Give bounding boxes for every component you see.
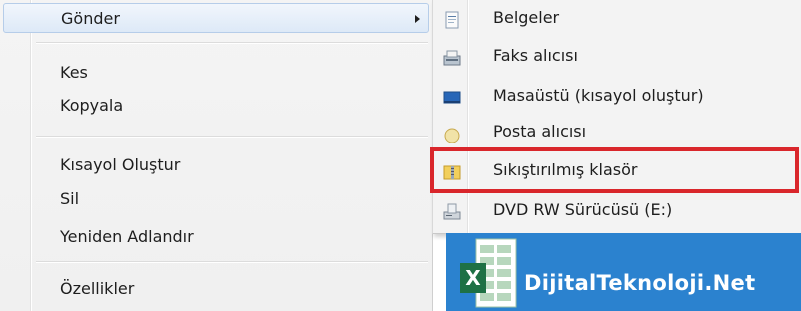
menu-item-label: Yeniden Adlandır xyxy=(60,227,194,246)
svg-text:X: X xyxy=(465,266,481,290)
submenu-item-label: Masaüstü (kısayol oluştur) xyxy=(493,86,704,105)
submenu-item-mail-recipient[interactable]: Posta alıcısı xyxy=(433,117,801,147)
submenu-item-label: DVD RW Sürücüsü (E:) xyxy=(493,200,673,219)
submenu-item-label: Sıkıştırılmış klasör xyxy=(493,160,638,179)
desktop-icon xyxy=(443,87,461,105)
submenu-item-label: Faks alıcısı xyxy=(493,46,578,65)
menu-item-properties[interactable]: Özellikler xyxy=(0,274,432,304)
excel-logo-icon: X xyxy=(458,237,518,309)
dvd-drive-icon xyxy=(443,201,461,220)
menu-item-label: Kes xyxy=(60,63,88,82)
menu-separator xyxy=(36,136,428,138)
submenu-item-label: Posta alıcısı xyxy=(493,122,587,141)
submenu-item-dvd-drive[interactable]: DVD RW Sürücüsü (E:) xyxy=(433,195,801,225)
submenu-item-desktop-shortcut[interactable]: Masaüstü (kısayol oluştur) xyxy=(433,81,801,111)
submenu-item-compressed-folder[interactable]: Sıkıştırılmış klasör xyxy=(433,155,801,185)
menu-item-rename[interactable]: Yeniden Adlandır xyxy=(0,222,432,252)
submenu-item-fax-recipient[interactable]: Faks alıcısı xyxy=(433,41,801,71)
fax-icon xyxy=(443,47,461,66)
menu-item-delete[interactable]: Sil xyxy=(0,184,432,214)
zip-folder-icon xyxy=(443,161,461,180)
menu-item-label: Kısayol Oluştur xyxy=(60,155,181,174)
menu-separator xyxy=(36,261,428,263)
watermark-banner: X DijitalTeknoloji.Net xyxy=(446,233,801,311)
mail-icon xyxy=(443,123,461,144)
menu-item-label: Özellikler xyxy=(60,279,135,298)
menu-item-send-to[interactable]: Gönder xyxy=(3,3,429,33)
documents-icon xyxy=(443,9,461,29)
menu-item-label: Sil xyxy=(60,189,80,208)
menu-item-label: Kopyala xyxy=(60,96,124,115)
send-to-submenu: Belgeler Faks alıcısı Masaüstü (kısayol … xyxy=(432,0,801,234)
context-menu: Gönder Kes Kopyala Kısayol Oluştur Sil Y… xyxy=(0,0,433,311)
menu-item-cut[interactable]: Kes xyxy=(0,58,432,88)
submenu-item-documents[interactable]: Belgeler xyxy=(433,3,801,33)
submenu-arrow-icon xyxy=(415,15,420,23)
menu-item-copy[interactable]: Kopyala xyxy=(0,91,432,121)
menu-item-label: Gönder xyxy=(61,9,120,28)
menu-item-create-shortcut[interactable]: Kısayol Oluştur xyxy=(0,150,432,180)
menu-separator xyxy=(36,42,428,44)
banner-text: DijitalTeknoloji.Net xyxy=(524,271,756,295)
submenu-item-label: Belgeler xyxy=(493,8,560,27)
